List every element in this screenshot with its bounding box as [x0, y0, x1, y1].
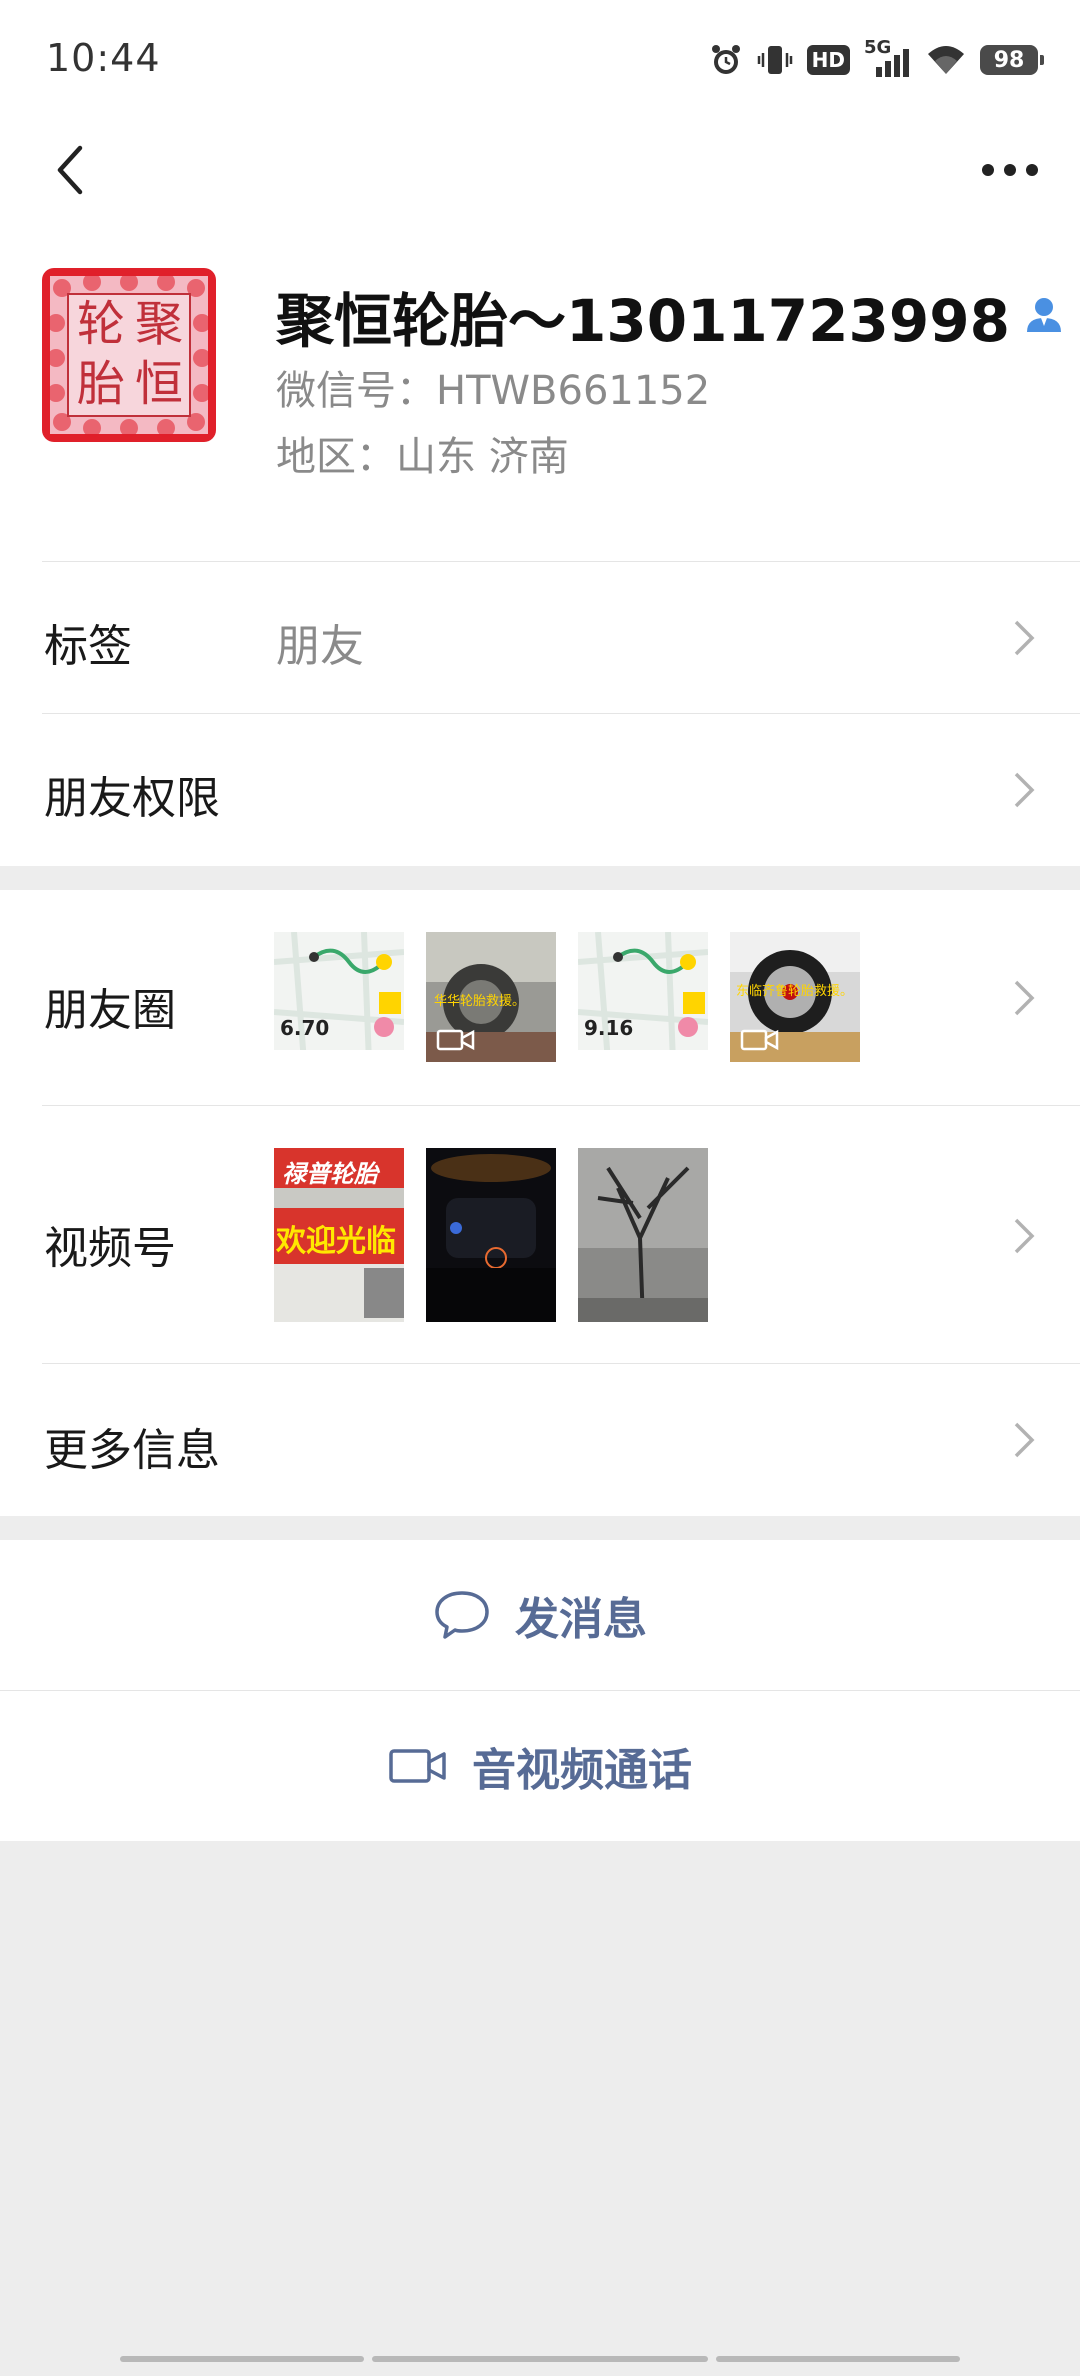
chevron-right-icon	[1014, 1422, 1035, 1458]
moment-thumbnail[interactable]: 东临齐鲁轮胎救援。	[730, 932, 860, 1062]
battery-indicator: 98	[980, 45, 1044, 75]
tag-label: 标签	[44, 621, 132, 672]
wechat-id: 微信号：HTWB661152	[276, 368, 711, 414]
moment-overlay-text: 华华轮胎救援。	[434, 994, 526, 1009]
channel-thumbnail[interactable]: 禄普轮胎 欢迎光临	[274, 1148, 404, 1322]
back-button[interactable]	[30, 130, 110, 210]
avatar[interactable]: 轮 聚 胎 恒	[42, 268, 216, 442]
moment-stat-number: 6.70	[280, 1016, 330, 1040]
friend-permission-row[interactable]: 朋友权限	[0, 714, 1080, 866]
more-info-row[interactable]: 更多信息	[0, 1364, 1080, 1516]
send-message-label: 发消息	[515, 1594, 647, 1645]
contact-person-icon	[1024, 294, 1064, 338]
store-sign-main: 欢迎光临	[276, 1224, 396, 1259]
channel-thumbnail[interactable]	[426, 1148, 556, 1322]
status-time: 10:44	[46, 36, 161, 80]
gesture-bar-segment[interactable]	[372, 2356, 708, 2362]
vibrate-icon	[757, 43, 793, 77]
chevron-right-icon	[1014, 1218, 1035, 1254]
more-options-button[interactable]	[970, 130, 1050, 210]
video-camera-icon	[740, 1029, 779, 1051]
chevron-right-icon	[1014, 980, 1035, 1016]
gesture-bar-segment	[716, 2356, 960, 2362]
status-bar: 10:44 HD 5G 98	[0, 0, 1080, 120]
moment-overlay-text: 东临齐鲁轮胎救援。	[736, 984, 854, 999]
moment-thumbnail[interactable]: 6.70	[274, 932, 404, 1062]
status-icons: HD 5G 98	[709, 37, 1044, 82]
channels-row[interactable]: 视频号 禄普轮胎 欢迎光临	[0, 1106, 1080, 1364]
signal-5g-icon: 5G	[864, 37, 912, 79]
video-camera-icon	[389, 1749, 446, 1783]
contact-name: 聚恒轮胎～13011723998	[276, 287, 1010, 355]
back-arrow-icon	[57, 145, 83, 195]
moments-row[interactable]: 朋友圈 6.70 华华轮胎救援。 9.16 东临齐鲁轮胎救援。	[0, 890, 1080, 1106]
tag-value: 朋友	[276, 621, 364, 672]
channels-label: 视频号	[44, 1223, 176, 1274]
wifi-icon	[926, 44, 966, 76]
send-message-button[interactable]: 发消息	[0, 1540, 1080, 1690]
profile-header: 轮 聚 胎 恒 聚恒轮胎～13011723998 微信号：HTWB661152 …	[0, 240, 1080, 562]
avatar-seal-text: 轮 聚 胎 恒	[76, 296, 183, 412]
video-call-button[interactable]: 音视频通话	[0, 1691, 1080, 1841]
hd-badge: HD	[806, 45, 850, 75]
gesture-bar-segment	[120, 2356, 364, 2362]
video-call-label: 音视频通话	[472, 1745, 692, 1796]
chat-bubble-icon	[435, 1591, 489, 1639]
moments-label: 朋友圈	[44, 985, 176, 1036]
channel-thumbnail[interactable]	[578, 1148, 708, 1322]
moment-thumbnail[interactable]: 9.16	[578, 932, 708, 1062]
store-sign-top: 禄普轮胎	[282, 1160, 378, 1188]
moment-stat-number: 9.16	[584, 1016, 634, 1040]
video-camera-icon	[436, 1029, 475, 1051]
name-row: 聚恒轮胎～13011723998	[276, 274, 1064, 358]
alarm-icon	[709, 43, 743, 77]
moment-thumbnail[interactable]: 华华轮胎救援。	[426, 932, 556, 1062]
tag-row[interactable]: 标签 朋友	[0, 562, 1080, 714]
chevron-right-icon	[1014, 620, 1035, 656]
region: 地区：山东 济南	[276, 434, 569, 480]
friend-permission-label: 朋友权限	[44, 773, 220, 824]
more-info-label: 更多信息	[44, 1425, 220, 1476]
more-dots-icon	[982, 164, 1038, 176]
chevron-right-icon	[1014, 772, 1035, 808]
